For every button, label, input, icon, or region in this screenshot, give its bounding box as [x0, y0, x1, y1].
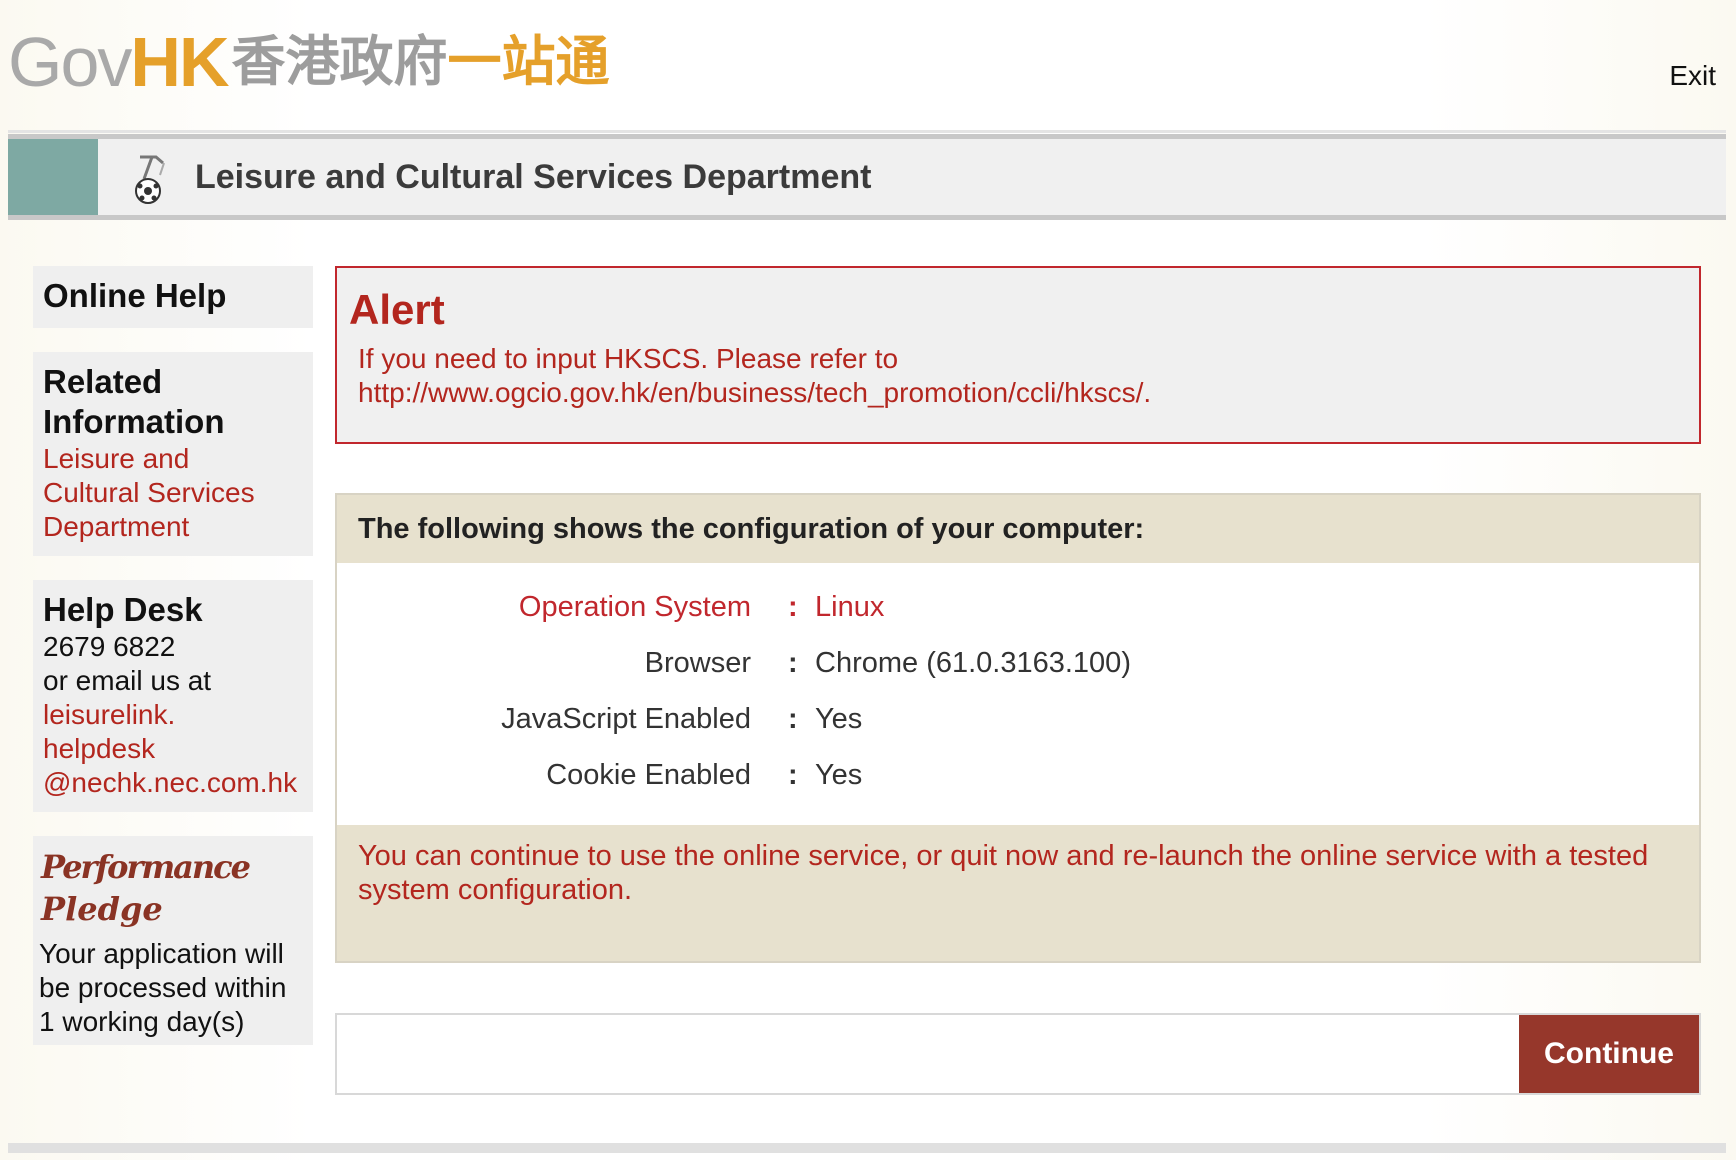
related-info-box: Related Information Leisure and Cultural… [33, 352, 313, 556]
config-row-javascript: JavaScript Enabled : Yes [337, 691, 1699, 747]
configuration-panel: The following shows the configuration of… [335, 493, 1701, 963]
config-value: Yes [815, 759, 863, 791]
logo-chinese-onestop: 一站通 [447, 30, 610, 93]
config-label: JavaScript Enabled [501, 703, 751, 735]
pledge-text-line: Your application will [39, 938, 284, 969]
lcsd-link-line: Cultural Services [43, 477, 255, 508]
help-desk-heading: Help Desk [43, 591, 203, 628]
govhk-logo[interactable]: Gov HK 香港政府 一站通 [8, 22, 610, 102]
config-row-cookie: Cookie Enabled : Yes [337, 747, 1699, 803]
configuration-note: You can continue to use the online servi… [337, 825, 1699, 961]
config-label: Cookie Enabled [546, 759, 751, 791]
help-desk-box: Help Desk 2679 6822 or email us at leisu… [33, 580, 313, 812]
action-bar: Continue [335, 1013, 1701, 1095]
config-row-os: Operation System : Linux [337, 579, 1699, 635]
alert-box: Alert If you need to input HKSCS. Please… [335, 266, 1701, 444]
config-value: Linux [815, 591, 885, 623]
help-desk-email-prefix: or email us at [43, 665, 212, 696]
pledge-title-line: Performance [40, 848, 251, 886]
alert-title: Alert [349, 286, 445, 333]
config-colon: : [788, 703, 798, 735]
config-colon: : [788, 647, 798, 679]
hkscs-url-text: http://www.ogcio.gov.hk/en/business/tech… [358, 377, 1152, 408]
config-colon: : [788, 759, 798, 791]
config-value: Chrome (61.0.3163.100) [815, 647, 1131, 679]
lcsd-link[interactable]: Leisure and Cultural Services Department [43, 442, 303, 544]
config-label: Operation System [518, 591, 751, 623]
site-header: Gov HK 香港政府 一站通 Exit [0, 0, 1736, 130]
department-title: Leisure and Cultural Services Department [195, 158, 872, 196]
continue-button[interactable]: Continue [1519, 1015, 1699, 1093]
email-line: @nechk.nec.com.hk [43, 767, 298, 798]
config-colon: : [788, 591, 798, 623]
lcsd-link-line: Leisure and [43, 443, 190, 474]
online-help-box[interactable]: Online Help [33, 266, 313, 328]
performance-pledge-logo: Performance Pledge [40, 848, 251, 928]
pledge-text-line: be processed within [39, 972, 287, 1003]
lcsd-icon [135, 155, 165, 204]
department-banner: Leisure and Cultural Services Department [8, 130, 1726, 220]
config-row-browser: Browser : Chrome (61.0.3163.100) [337, 635, 1699, 691]
alert-message: If you need to input HKSCS. Please refer… [358, 342, 1151, 410]
alert-message-line: If you need to input HKSCS. Please refer… [358, 343, 899, 374]
config-label: Browser [644, 647, 751, 679]
lcsd-link-line: Department [43, 511, 190, 542]
performance-pledge-box: Performance Pledge Your application will… [33, 836, 313, 1045]
email-line: helpdesk [43, 733, 156, 764]
configuration-heading: The following shows the configuration of… [337, 495, 1699, 563]
help-desk-phone: 2679 6822 [43, 631, 176, 662]
logo-chinese-name: 香港政府 [231, 30, 448, 93]
footer-divider [8, 1143, 1726, 1153]
pledge-text-line: 1 working day(s) [39, 1006, 245, 1037]
config-value: Yes [815, 703, 863, 735]
logo-gov-text: Gov [8, 23, 132, 101]
sidebar: Online Help Related Information Leisure … [33, 266, 313, 1045]
related-info-heading: Related Information [43, 363, 225, 440]
pledge-title-line: Pledge [40, 890, 163, 928]
email-line: leisurelink. [43, 699, 176, 730]
help-desk-email-link[interactable]: leisurelink. helpdesk @nechk.nec.com.hk [43, 698, 303, 800]
banner-accent-block [8, 139, 98, 215]
logo-hk-text: HK [130, 23, 229, 101]
online-help-heading[interactable]: Online Help [43, 276, 303, 316]
exit-link[interactable]: Exit [1669, 60, 1716, 92]
